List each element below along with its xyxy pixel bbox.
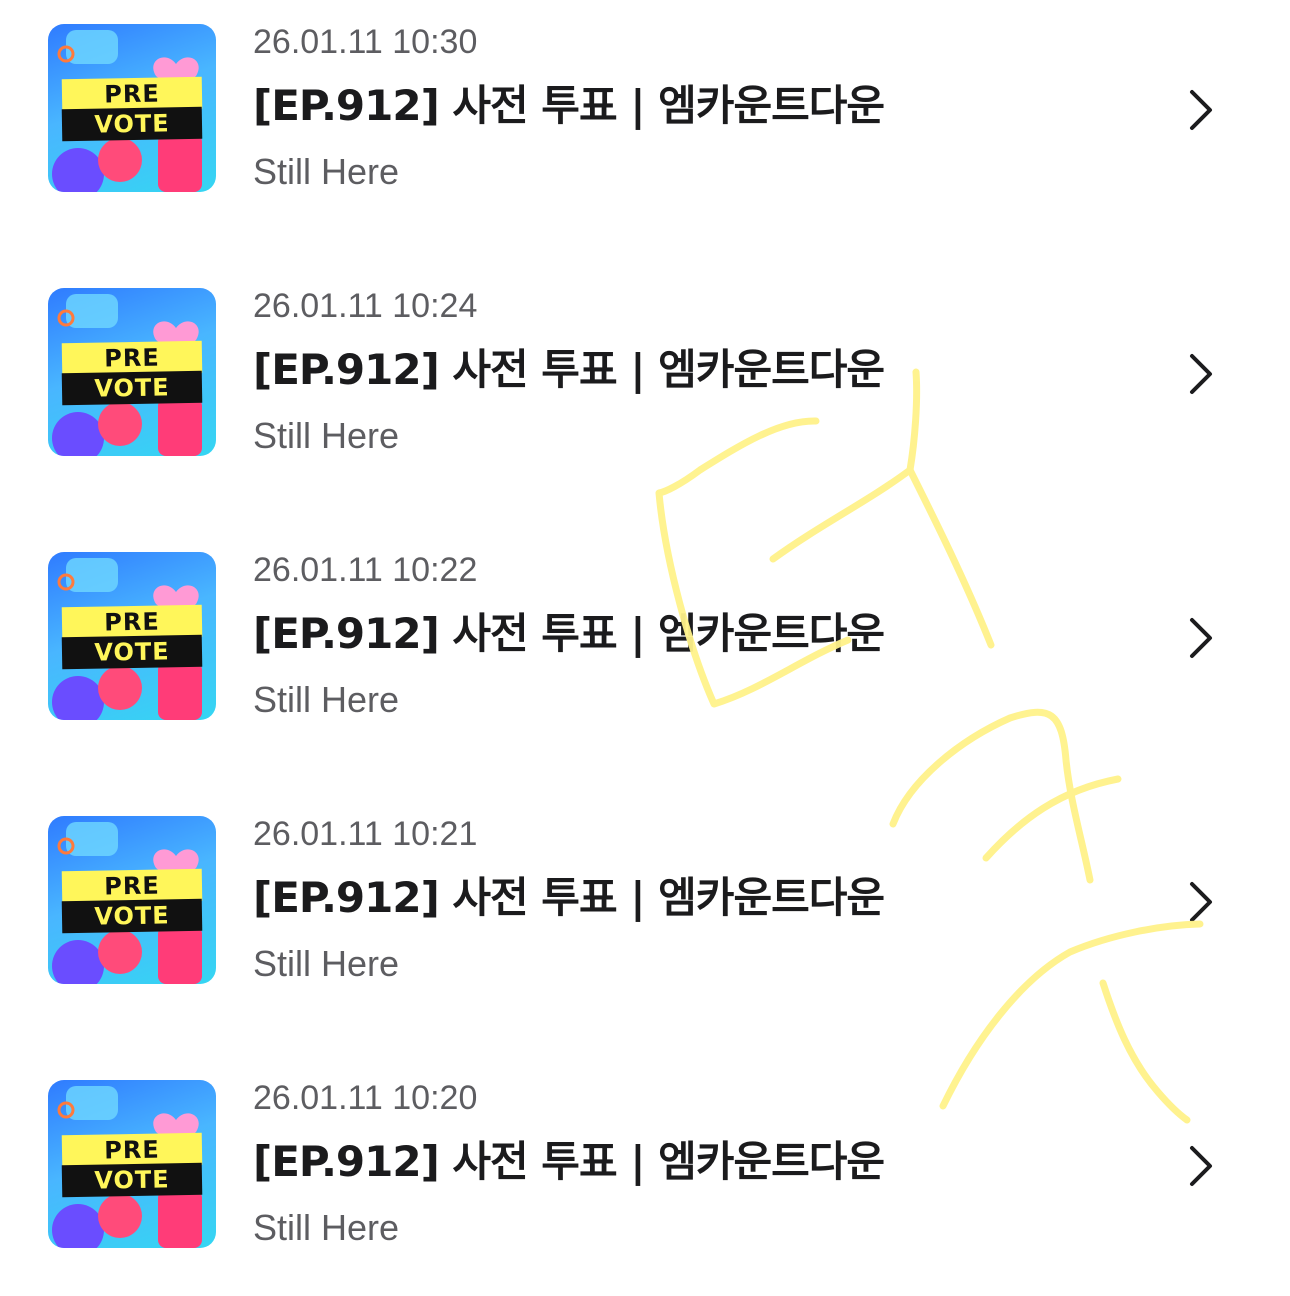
thumb-line2: VOTE bbox=[94, 1165, 170, 1195]
item-artist: Still Here bbox=[253, 943, 400, 984]
chevron-right-icon[interactable] bbox=[1184, 348, 1220, 400]
item-artist: Still Here bbox=[253, 415, 400, 456]
thumbnail-image: PRE VOTE bbox=[48, 552, 216, 720]
thumbnail-image: PRE VOTE bbox=[48, 288, 216, 456]
vote-badge: VOTE bbox=[61, 370, 203, 406]
thumb-line2: VOTE bbox=[94, 109, 170, 139]
item-title: [EP.912] 사전 투표 | 엠카운트다운 bbox=[253, 609, 885, 658]
thumbnail-image: PRE VOTE bbox=[48, 24, 216, 192]
pre-badge: PRE bbox=[61, 1132, 203, 1168]
thumbnail-image: PRE VOTE bbox=[48, 1080, 216, 1248]
item-date: 26.01.11 10:22 bbox=[253, 551, 478, 589]
thumb-line2: VOTE bbox=[94, 373, 170, 403]
item-title: [EP.912] 사전 투표 | 엠카운트다운 bbox=[253, 1137, 885, 1186]
item-title: [EP.912] 사전 투표 | 엠카운트다운 bbox=[253, 873, 885, 922]
item-date: 26.01.11 10:24 bbox=[253, 287, 478, 325]
list-item[interactable]: PRE VOTE 26.01.11 10:21 [EP.912] 사전 투표 |… bbox=[0, 812, 1290, 1032]
item-title: [EP.912] 사전 투표 | 엠카운트다운 bbox=[253, 345, 885, 394]
list-item[interactable]: PRE VOTE 26.01.11 10:24 [EP.912] 사전 투표 |… bbox=[0, 284, 1290, 504]
vote-badge: VOTE bbox=[61, 106, 203, 142]
vote-history-list: PRE VOTE 26.01.11 10:30 [EP.912] 사전 투표 |… bbox=[0, 0, 1290, 1285]
pre-badge: PRE bbox=[61, 76, 203, 112]
item-title: [EP.912] 사전 투표 | 엠카운트다운 bbox=[253, 81, 885, 130]
vote-badge: VOTE bbox=[61, 1162, 203, 1198]
thumb-line1: PRE bbox=[104, 343, 160, 373]
chevron-right-icon[interactable] bbox=[1184, 612, 1220, 664]
thumbnail-image: PRE VOTE bbox=[48, 816, 216, 984]
pre-badge: PRE bbox=[61, 868, 203, 904]
list-item[interactable]: PRE VOTE 26.01.11 10:30 [EP.912] 사전 투표 |… bbox=[0, 20, 1290, 240]
thumb-line1: PRE bbox=[104, 607, 160, 637]
chevron-right-icon[interactable] bbox=[1184, 1140, 1220, 1192]
chevron-right-icon[interactable] bbox=[1184, 84, 1220, 136]
thumb-line2: VOTE bbox=[94, 901, 170, 931]
item-date: 26.01.11 10:30 bbox=[253, 23, 478, 61]
thumb-line1: PRE bbox=[104, 1135, 160, 1165]
thumb-line2: VOTE bbox=[94, 637, 170, 667]
item-date: 26.01.11 10:20 bbox=[253, 1079, 478, 1117]
thumb-line1: PRE bbox=[104, 79, 160, 109]
vote-badge: VOTE bbox=[61, 898, 203, 934]
item-artist: Still Here bbox=[253, 679, 400, 720]
vote-badge: VOTE bbox=[61, 634, 203, 670]
chevron-right-icon[interactable] bbox=[1184, 876, 1220, 928]
pre-badge: PRE bbox=[61, 604, 203, 640]
thumb-line1: PRE bbox=[104, 871, 160, 901]
item-artist: Still Here bbox=[253, 1207, 400, 1248]
pre-badge: PRE bbox=[61, 340, 203, 376]
list-item[interactable]: PRE VOTE 26.01.11 10:22 [EP.912] 사전 투표 |… bbox=[0, 548, 1290, 768]
item-artist: Still Here bbox=[253, 151, 400, 192]
item-date: 26.01.11 10:21 bbox=[253, 815, 478, 853]
list-item[interactable]: PRE VOTE 26.01.11 10:20 [EP.912] 사전 투표 |… bbox=[0, 1076, 1290, 1296]
